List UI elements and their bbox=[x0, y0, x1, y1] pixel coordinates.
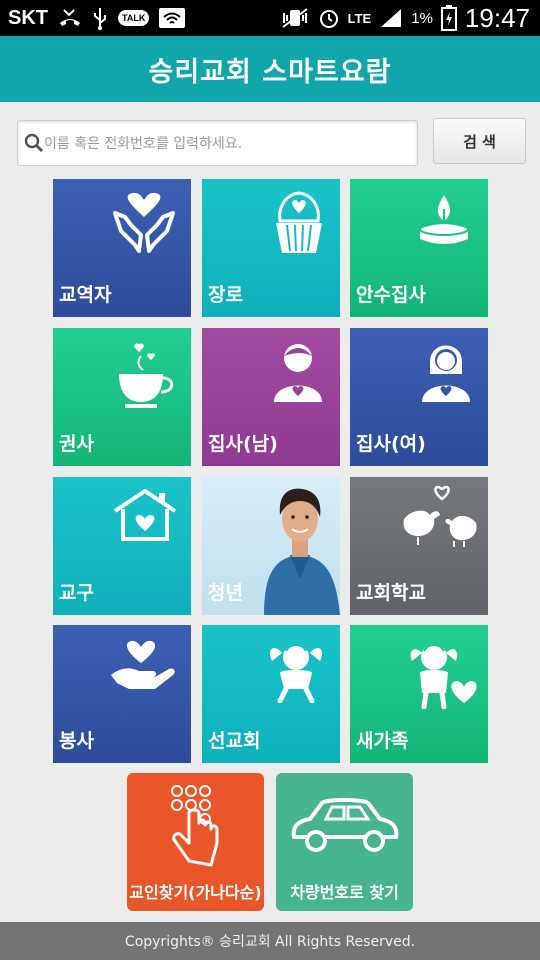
find-member-label: 교인찾기(가나다순) bbox=[129, 883, 262, 902]
signal-icon bbox=[379, 7, 403, 29]
find-by-plate-label: 차량번호로 찾기 bbox=[290, 883, 399, 902]
tile-church-school[interactable]: 교회학교 bbox=[350, 477, 488, 615]
candle-icon bbox=[414, 191, 474, 255]
tile-deacon-male[interactable]: 집사(남) bbox=[202, 328, 340, 466]
finger-keypad-icon bbox=[167, 783, 227, 877]
young-man-photo bbox=[260, 483, 340, 615]
tile-ordained-deacons[interactable]: 안수집사 bbox=[350, 179, 488, 317]
hands-heart-icon bbox=[111, 191, 177, 257]
find-member-button[interactable]: 교인찾기(가나다순) bbox=[127, 773, 264, 911]
battery-icon bbox=[440, 5, 457, 31]
search-box[interactable] bbox=[17, 120, 418, 166]
tile-label: 봉사 bbox=[59, 730, 94, 752]
tile-pastors[interactable]: 교역자 bbox=[53, 179, 191, 317]
tile-label: 안수집사 bbox=[356, 284, 426, 306]
alarm-icon bbox=[318, 7, 340, 29]
birds-heart-icon bbox=[400, 485, 480, 551]
search-button[interactable]: 검 색 bbox=[433, 118, 526, 164]
teacup-hearts-icon bbox=[115, 340, 177, 422]
mute-vibrate-icon bbox=[280, 7, 310, 29]
usb-icon bbox=[92, 6, 108, 30]
clock: 19:47 bbox=[464, 2, 530, 33]
missed-call-icon bbox=[58, 7, 82, 29]
cupid-icon bbox=[266, 637, 326, 707]
copyright-text: Copyrights® 승리교회 All Rights Reserved. bbox=[124, 934, 416, 950]
wifi-icon bbox=[159, 8, 186, 28]
carrier-name: SKT bbox=[8, 6, 48, 29]
tile-label: 새가족 bbox=[356, 730, 409, 752]
find-by-plate-button[interactable]: 차량번호로 찾기 bbox=[276, 773, 413, 911]
tile-kwonsa[interactable]: 권사 bbox=[53, 328, 191, 466]
search-icon bbox=[24, 133, 44, 157]
tile-deacon-female[interactable]: 집사(여) bbox=[350, 328, 488, 466]
tile-label: 교회학교 bbox=[356, 582, 426, 604]
cupcake-heart-icon bbox=[272, 191, 326, 259]
man-heart-icon bbox=[270, 340, 326, 408]
car-icon bbox=[288, 793, 400, 861]
battery-percent: 1% bbox=[411, 9, 433, 27]
footer: Copyrights® 승리교회 All Rights Reserved. bbox=[0, 922, 540, 960]
network-type: LTE bbox=[347, 10, 372, 26]
angel-heart-icon bbox=[408, 637, 480, 713]
kakaotalk-icon: TALK bbox=[118, 10, 150, 26]
tile-label: 청년 bbox=[208, 582, 243, 604]
tile-mission[interactable]: 선교회 bbox=[202, 625, 340, 763]
tile-elders[interactable]: 장로 bbox=[202, 179, 340, 317]
woman-heart-icon bbox=[418, 340, 474, 408]
tile-label: 집사(여) bbox=[356, 433, 426, 455]
search-input[interactable] bbox=[44, 127, 410, 161]
status-bar: SKT TALK LTE 1% 19:47 bbox=[0, 0, 540, 36]
tile-label: 권사 bbox=[59, 433, 94, 455]
hand-heart-icon bbox=[109, 637, 177, 697]
page-title: 승리교회 스마트요람 bbox=[148, 56, 392, 88]
tile-label: 장로 bbox=[208, 284, 243, 306]
tile-label: 교역자 bbox=[59, 284, 112, 306]
house-heart-icon bbox=[113, 489, 177, 545]
tile-label: 집사(남) bbox=[208, 433, 278, 455]
tile-label: 교구 bbox=[59, 582, 94, 604]
tile-label: 선교회 bbox=[208, 730, 261, 752]
tile-youth[interactable]: 청년 bbox=[202, 477, 340, 615]
tile-parish[interactable]: 교구 bbox=[53, 477, 191, 615]
app-header: 승리교회 스마트요람 bbox=[0, 36, 540, 102]
tile-new-family[interactable]: 새가족 bbox=[350, 625, 488, 763]
tile-volunteer[interactable]: 봉사 bbox=[53, 625, 191, 763]
